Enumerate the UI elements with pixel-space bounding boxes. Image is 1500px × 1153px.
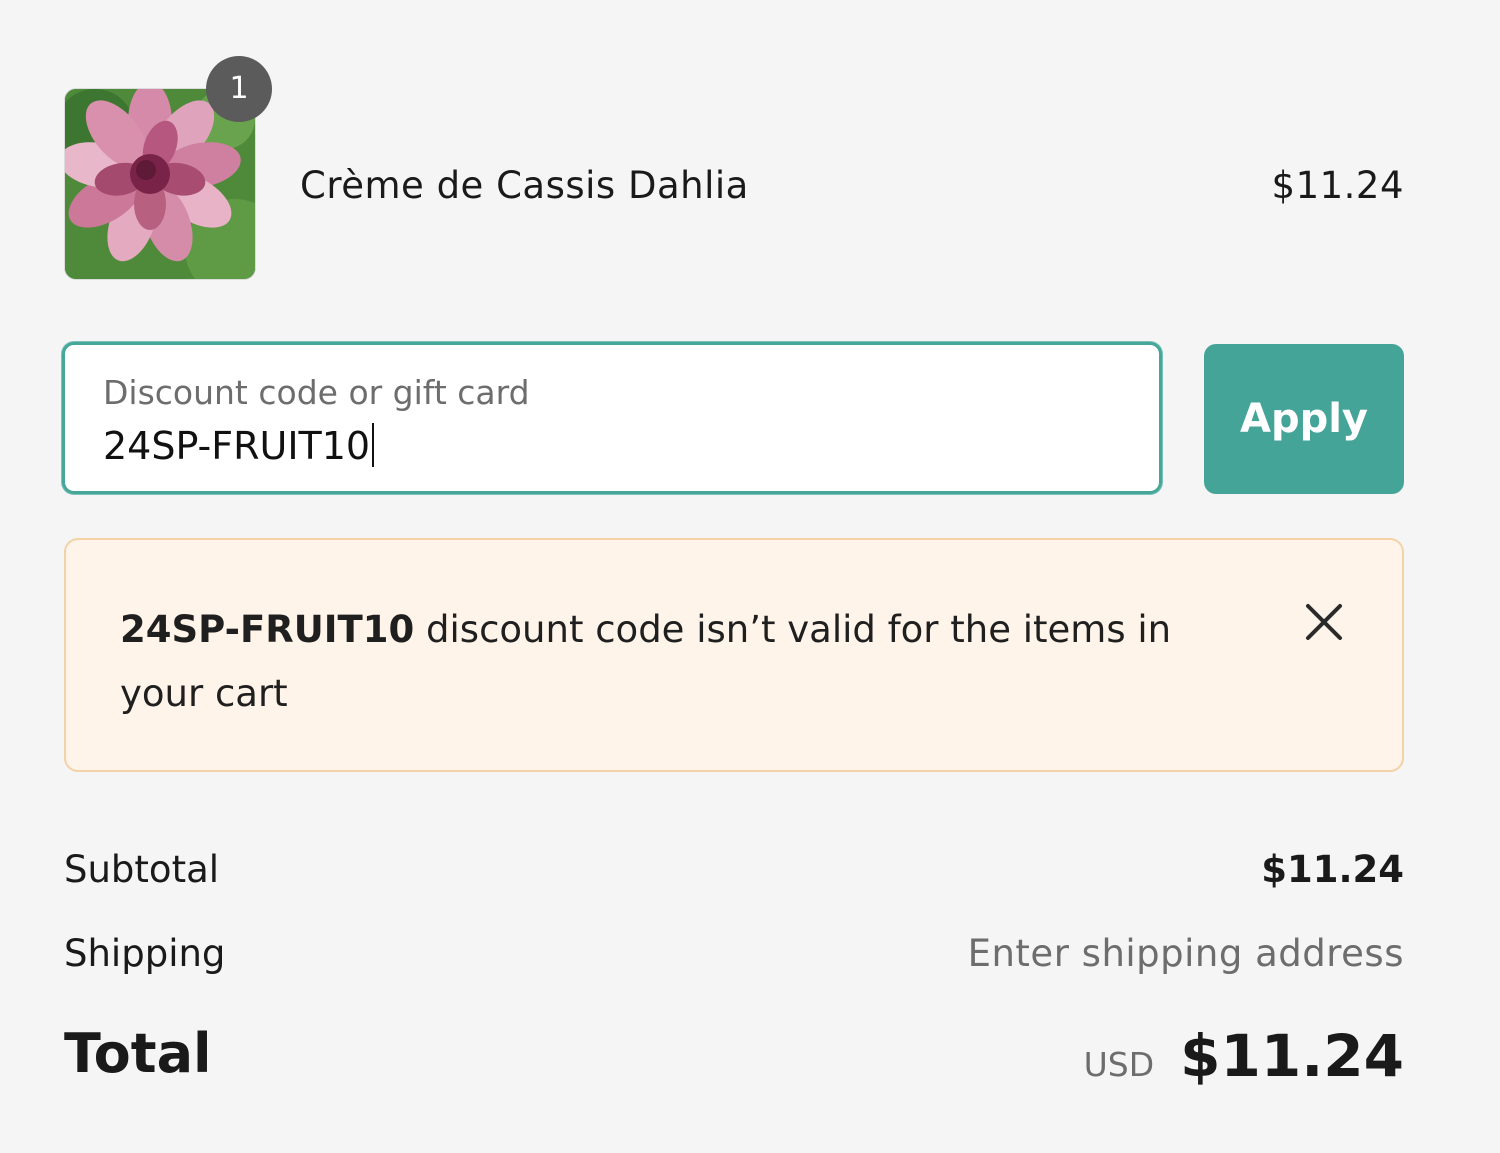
discount-field-value[interactable]: 24SP-FRUIT10 (103, 423, 375, 468)
total-label: Total (64, 1022, 212, 1085)
quantity-badge: 1 (206, 56, 272, 122)
discount-error-banner: 24SP-FRUIT10 discount code isn’t valid f… (64, 538, 1404, 772)
shipping-label: Shipping (64, 932, 226, 975)
error-message: 24SP-FRUIT10 discount code isn’t valid f… (120, 598, 1180, 726)
subtotal-value: $11.24 (1261, 848, 1404, 891)
total-amount: $11.24 (1180, 1022, 1404, 1090)
product-price: $11.24 (1271, 164, 1404, 207)
subtotal-label: Subtotal (64, 848, 220, 891)
apply-discount-button[interactable]: Apply (1204, 344, 1404, 494)
discount-field-text: 24SP-FRUIT10 (103, 424, 371, 468)
currency-code: USD (1083, 1045, 1155, 1084)
discount-code-input[interactable]: Discount code or gift card 24SP-FRUIT10 (62, 342, 1162, 494)
error-discount-code: 24SP-FRUIT10 (120, 608, 415, 651)
text-caret (372, 423, 375, 467)
total-value: USD $11.24 (1084, 1022, 1404, 1090)
checkout-order-summary: 1 Crème de Cassis Dahlia $11.24 Discount… (0, 0, 1500, 1153)
product-name: Crème de Cassis Dahlia (300, 164, 749, 207)
cart-line-item: 1 Crème de Cassis Dahlia $11.24 (64, 56, 1404, 280)
discount-field-label: Discount code or gift card (103, 373, 530, 412)
shipping-value: Enter shipping address (967, 932, 1404, 975)
close-icon[interactable] (1304, 602, 1344, 642)
